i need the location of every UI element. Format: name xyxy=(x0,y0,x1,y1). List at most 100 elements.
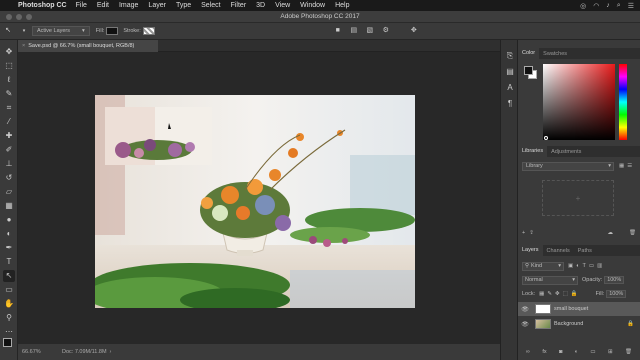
tab-adjustments[interactable]: Adjustments xyxy=(547,149,585,155)
menu-file[interactable]: File xyxy=(76,2,87,9)
filter-pixel-icon[interactable]: ▣ xyxy=(568,263,573,269)
zoom-window-button[interactable] xyxy=(26,14,32,20)
dropdown-arrow-icon[interactable]: ▾ xyxy=(20,27,28,35)
canvas-image[interactable] xyxy=(95,95,415,308)
cloud-icon[interactable]: ☁ xyxy=(608,230,614,236)
notification-center-icon[interactable]: ☰ xyxy=(628,2,634,10)
layer-row-small-bouquet[interactable]: 👁 small bouquet xyxy=(518,302,640,316)
menu-type[interactable]: Type xyxy=(176,2,191,9)
quick-selection-tool-icon[interactable]: ✎ xyxy=(3,88,15,100)
eraser-tool-icon[interactable]: ▱ xyxy=(3,186,15,198)
path-alignment-icon[interactable]: ▤ xyxy=(350,27,358,35)
history-brush-tool-icon[interactable]: ↺ xyxy=(3,172,15,184)
menu-3d[interactable]: 3D xyxy=(256,2,265,9)
menu-view[interactable]: View xyxy=(275,2,290,9)
filter-shape-icon[interactable]: ▭ xyxy=(589,263,594,269)
history-panel-icon[interactable]: ⎘ xyxy=(504,50,516,62)
blur-tool-icon[interactable]: ● xyxy=(3,214,15,226)
fill-swatch[interactable] xyxy=(106,27,119,35)
new-layer-icon[interactable]: ⊞ xyxy=(608,349,613,355)
tab-channels[interactable]: Channels xyxy=(543,248,574,254)
add-mask-icon[interactable]: ◙ xyxy=(559,349,562,355)
creative-cloud-icon[interactable]: ◎ xyxy=(580,2,586,10)
wifi-icon[interactable]: ◠ xyxy=(593,2,599,10)
visibility-eye-icon[interactable]: 👁 xyxy=(518,321,532,328)
layer-name[interactable]: small bouquet xyxy=(554,306,588,312)
stroke-swatch[interactable] xyxy=(142,27,155,35)
document-tab[interactable]: × Save.psd @ 66.7% (small bouquet, RGB/8) xyxy=(18,40,158,52)
add-content-icon[interactable]: + xyxy=(522,230,525,236)
menu-layer[interactable]: Layer xyxy=(148,2,166,9)
hand-tool-icon[interactable]: ✋ xyxy=(3,298,15,310)
grid-view-icon[interactable]: ▦ xyxy=(619,163,624,169)
tab-paths[interactable]: Paths xyxy=(574,248,596,254)
adjustment-layer-icon[interactable]: ◐ xyxy=(575,349,578,355)
align-edges-icon[interactable]: ✥ xyxy=(410,27,418,35)
tab-layers[interactable]: Layers xyxy=(518,245,543,256)
gradient-tool-icon[interactable]: ▦ xyxy=(3,200,15,212)
menu-image[interactable]: Image xyxy=(119,2,138,9)
opacity-input[interactable]: 100% xyxy=(604,276,625,284)
marquee-tool-icon[interactable]: ⬚ xyxy=(3,60,15,72)
healing-brush-tool-icon[interactable]: ✚ xyxy=(3,130,15,142)
clone-stamp-tool-icon[interactable]: ⊥ xyxy=(3,158,15,170)
path-selection-tool-icon[interactable]: ↖ xyxy=(4,27,12,35)
tab-libraries[interactable]: Libraries xyxy=(518,146,548,157)
document-info[interactable]: Doc: 7.09M/11.8M xyxy=(62,349,107,355)
upload-icon[interactable]: ⇪ xyxy=(529,230,534,236)
filter-smart-object-icon[interactable]: ▥ xyxy=(597,263,602,269)
type-tool-icon[interactable]: T xyxy=(3,256,15,268)
properties-panel-icon[interactable]: ▤ xyxy=(504,66,516,78)
path-selection-tool-icon[interactable]: ↖ xyxy=(3,270,15,282)
lock-artboard-icon[interactable]: ⬚ xyxy=(563,291,568,297)
chevron-right-icon[interactable]: › xyxy=(110,349,112,355)
menu-select[interactable]: Select xyxy=(201,2,220,9)
lock-position-icon[interactable]: ✥ xyxy=(555,291,560,297)
eyedropper-tool-icon[interactable]: ⁄ xyxy=(3,116,15,128)
dodge-tool-icon[interactable]: ◐ xyxy=(3,228,15,240)
trash-icon[interactable]: 🗑 xyxy=(629,230,636,236)
visibility-eye-icon[interactable]: 👁 xyxy=(518,306,532,313)
close-tab-icon[interactable]: × xyxy=(22,43,25,49)
menu-edit[interactable]: Edit xyxy=(97,2,109,9)
filter-type-icon[interactable]: T xyxy=(583,263,586,269)
move-tool-icon[interactable]: ✥ xyxy=(3,46,15,58)
zoom-level[interactable]: 66.67% xyxy=(22,349,62,355)
select-dropdown[interactable]: Active Layers ▾ xyxy=(32,26,90,36)
blend-mode-dropdown[interactable]: Normal ▾ xyxy=(522,275,578,285)
fill-input[interactable]: 100% xyxy=(606,290,627,298)
kind-filter-dropdown[interactable]: ⚲ Kind ▾ xyxy=(522,261,564,271)
lasso-tool-icon[interactable]: ℓ xyxy=(3,74,15,86)
hue-slider[interactable] xyxy=(619,64,627,140)
library-dropdown[interactable]: Library ▾ xyxy=(522,161,614,171)
close-window-button[interactable] xyxy=(6,14,12,20)
new-group-icon[interactable]: ▭ xyxy=(590,349,595,355)
foreground-color-swatch[interactable] xyxy=(3,338,12,347)
rectangle-tool-icon[interactable]: ▭ xyxy=(3,284,15,296)
menu-filter[interactable]: Filter xyxy=(231,2,247,9)
character-panel-icon[interactable]: A xyxy=(504,82,516,94)
layer-name[interactable]: Background xyxy=(554,321,583,327)
lock-all-icon[interactable]: 🔒 xyxy=(571,291,578,297)
path-arrangement-icon[interactable]: ▧ xyxy=(366,27,374,35)
menu-help[interactable]: Help xyxy=(335,2,349,9)
more-tools-icon[interactable]: ⋯ xyxy=(3,326,15,338)
layer-row-background[interactable]: 👁 Background 🔒 xyxy=(518,317,640,331)
tab-color[interactable]: Color xyxy=(518,48,540,59)
crop-tool-icon[interactable]: ⌗ xyxy=(3,102,15,114)
foreground-color-chip[interactable] xyxy=(524,66,533,75)
delete-layer-icon[interactable]: 🗑 xyxy=(625,349,632,355)
zoom-tool-icon[interactable]: ⚲ xyxy=(3,312,15,324)
filter-adjustment-icon[interactable]: ◐ xyxy=(576,263,579,269)
color-picker-marker[interactable] xyxy=(544,136,548,140)
path-operations-icon[interactable]: ■ xyxy=(334,27,342,35)
minimize-window-button[interactable] xyxy=(16,14,22,20)
pen-tool-icon[interactable]: ✒ xyxy=(3,242,15,254)
app-menu[interactable]: Photoshop CC xyxy=(18,2,67,9)
volume-icon[interactable]: ♪ xyxy=(606,2,610,10)
layer-style-icon[interactable]: fx xyxy=(542,349,546,355)
spotlight-search-icon[interactable]: ⌕ xyxy=(617,2,621,10)
list-view-icon[interactable]: ☰ xyxy=(627,163,632,169)
menu-window[interactable]: Window xyxy=(300,2,325,9)
paragraph-panel-icon[interactable]: ¶ xyxy=(504,98,516,110)
